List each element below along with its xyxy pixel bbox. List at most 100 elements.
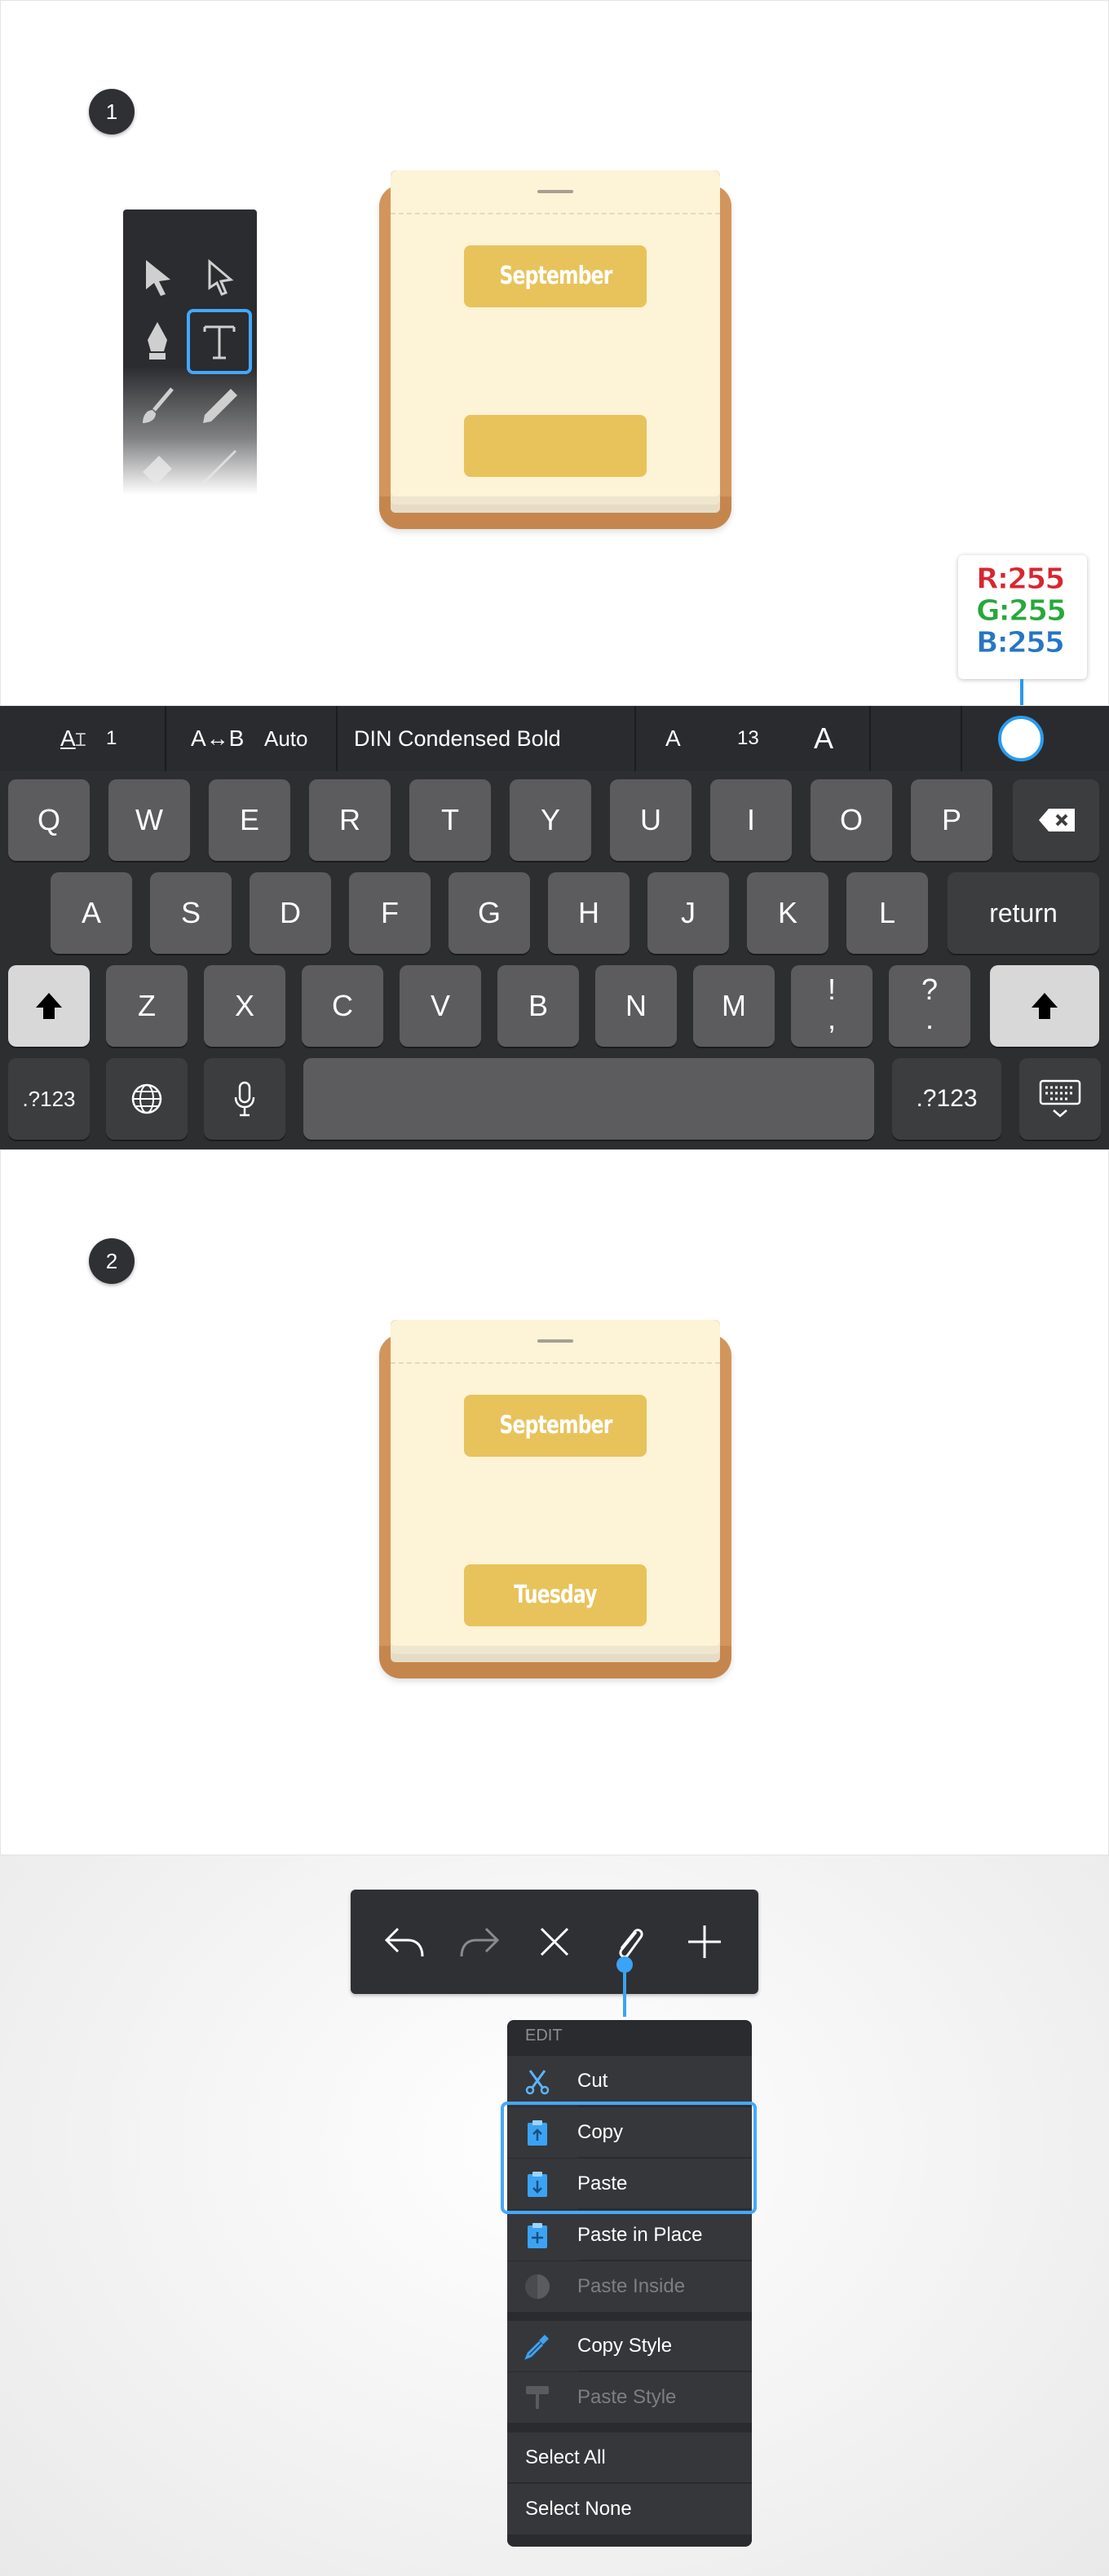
line-tool-icon[interactable]: [193, 439, 245, 492]
menu-label: Select None: [525, 2498, 632, 2520]
menu-item-select-none[interactable]: Select None: [507, 2484, 752, 2534]
numbers-key-right[interactable]: .?123: [892, 1058, 1001, 1140]
delete-key[interactable]: [1013, 779, 1099, 861]
selection-arrow-icon[interactable]: [131, 250, 183, 302]
text-tool-icon: [203, 325, 236, 359]
kerning-icon[interactable]: A↔B: [191, 706, 244, 771]
calendar-illustration: September Tuesday: [379, 1320, 731, 1687]
menu-item-select-all[interactable]: Select All: [507, 2433, 752, 2483]
redo-icon[interactable]: [455, 1917, 504, 1966]
pen-tool-icon[interactable]: [131, 315, 183, 368]
hide-keyboard-key[interactable]: [1019, 1058, 1101, 1140]
tracking-value[interactable]: 1: [106, 706, 117, 771]
day-label: Tuesday: [464, 1564, 647, 1626]
backspace-icon: [1039, 809, 1075, 831]
menu-label: Paste in Place: [577, 2224, 703, 2246]
delete-x-icon[interactable]: [530, 1917, 579, 1966]
menu-label: Paste Inside: [577, 2275, 686, 2297]
key-i[interactable]: I: [710, 779, 792, 861]
key-exclaim-comma[interactable]: ! ,: [791, 965, 873, 1047]
eraser-tool-icon[interactable]: [131, 439, 183, 492]
month-label: September: [464, 1395, 647, 1457]
key-a[interactable]: A: [51, 872, 132, 954]
text-tool-button[interactable]: [187, 309, 252, 374]
menu-item-paste-style[interactable]: Paste Style: [507, 2372, 752, 2423]
menu-item-cut[interactable]: Cut: [507, 2056, 752, 2106]
brush-tool-icon[interactable]: [131, 381, 183, 433]
hanger-slot: [537, 190, 573, 193]
paint-roller-icon: [526, 2386, 549, 2409]
key-w[interactable]: W: [108, 779, 190, 861]
key-g[interactable]: G: [448, 872, 530, 954]
menu-label: Copy Style: [577, 2335, 673, 2357]
key-h[interactable]: H: [548, 872, 630, 954]
key-s[interactable]: S: [150, 872, 232, 954]
key-v[interactable]: V: [400, 965, 481, 1047]
blue-value: B:255: [976, 626, 1066, 659]
numbers-key-left[interactable]: .?123: [8, 1058, 90, 1140]
step-two-panel: 2 September Tuesday: [0, 1149, 1109, 1855]
copy-paste-highlight: [501, 2102, 757, 2214]
menu-item-paste-inside[interactable]: Paste Inside: [507, 2261, 752, 2312]
menu-pointer-dot: [616, 1956, 633, 1973]
key-c[interactable]: C: [302, 965, 383, 1047]
perforation-line: [391, 1362, 720, 1364]
hanger-slot: [537, 1339, 573, 1343]
key-n[interactable]: N: [595, 965, 677, 1047]
pencil-tool-icon[interactable]: [193, 381, 245, 433]
month-text: September: [498, 262, 612, 290]
menu-label: Cut: [577, 2070, 608, 2092]
text-format-toolbar: AꞮ 1 A↔B Auto DIN Condensed Bold A 13 A: [0, 706, 1109, 1457]
direct-selection-arrow-icon[interactable]: [193, 250, 245, 302]
key-q[interactable]: Q: [8, 779, 90, 861]
eyedropper-icon: [524, 2335, 549, 2360]
key-x[interactable]: X: [204, 965, 285, 1047]
key-o[interactable]: O: [811, 779, 892, 861]
key-z[interactable]: Z: [106, 965, 188, 1047]
increase-size-button[interactable]: A: [814, 706, 833, 771]
key-m[interactable]: M: [693, 965, 775, 1047]
key-b[interactable]: B: [497, 965, 579, 1047]
step-number-badge: 1: [89, 89, 135, 135]
menu-pointer-line: [623, 1966, 626, 2017]
space-bar[interactable]: [303, 1058, 874, 1140]
tracking-icon[interactable]: AꞮ: [60, 706, 86, 771]
fill-color-button[interactable]: [998, 716, 1044, 761]
shift-arrow-icon: [36, 993, 62, 1019]
font-size-value[interactable]: 13: [737, 706, 759, 771]
key-question-period[interactable]: ? .: [889, 965, 970, 1047]
font-name[interactable]: DIN Condensed Bold: [354, 706, 561, 771]
key-k[interactable]: K: [747, 872, 828, 954]
key-p[interactable]: P: [911, 779, 992, 861]
calendar-illustration: September: [379, 170, 731, 537]
key-y[interactable]: Y: [510, 779, 591, 861]
edit-menu: EDIT Cut Copy Paste Paste in Place Paste…: [507, 2020, 752, 2547]
add-plus-icon[interactable]: [680, 1917, 729, 1966]
scissors-icon: [525, 2070, 550, 2095]
key-u[interactable]: U: [610, 779, 691, 861]
step-one-panel: 1 September R:255 G:255 B:255: [0, 0, 1109, 706]
menu-item-copy-style[interactable]: Copy Style: [507, 2321, 752, 2371]
kerning-value[interactable]: Auto: [264, 706, 308, 771]
month-label: September: [464, 245, 647, 307]
shift-key-right[interactable]: [990, 965, 1099, 1047]
key-l[interactable]: L: [846, 872, 928, 954]
on-screen-keyboard: Q W E R T Y U I O P A S D F G H J K L re…: [0, 771, 1109, 1149]
key-e[interactable]: E: [209, 779, 290, 861]
return-key[interactable]: return: [948, 872, 1099, 954]
decrease-size-button[interactable]: A: [665, 706, 681, 771]
key-t[interactable]: T: [409, 779, 491, 861]
key-j[interactable]: J: [647, 872, 729, 954]
menu-item-paste-in-place[interactable]: Paste in Place: [507, 2210, 752, 2261]
globe-icon: [131, 1083, 162, 1114]
menu-label: Paste Style: [577, 2386, 677, 2408]
dictation-key[interactable]: [204, 1058, 285, 1140]
key-f[interactable]: F: [349, 872, 431, 954]
green-value: G:255: [976, 594, 1067, 628]
key-r[interactable]: R: [309, 779, 391, 861]
key-d[interactable]: D: [250, 872, 331, 954]
step-number-badge: 2: [89, 1238, 135, 1284]
shift-key-left[interactable]: [8, 965, 90, 1047]
globe-key[interactable]: [106, 1058, 188, 1140]
undo-icon[interactable]: [380, 1917, 429, 1966]
